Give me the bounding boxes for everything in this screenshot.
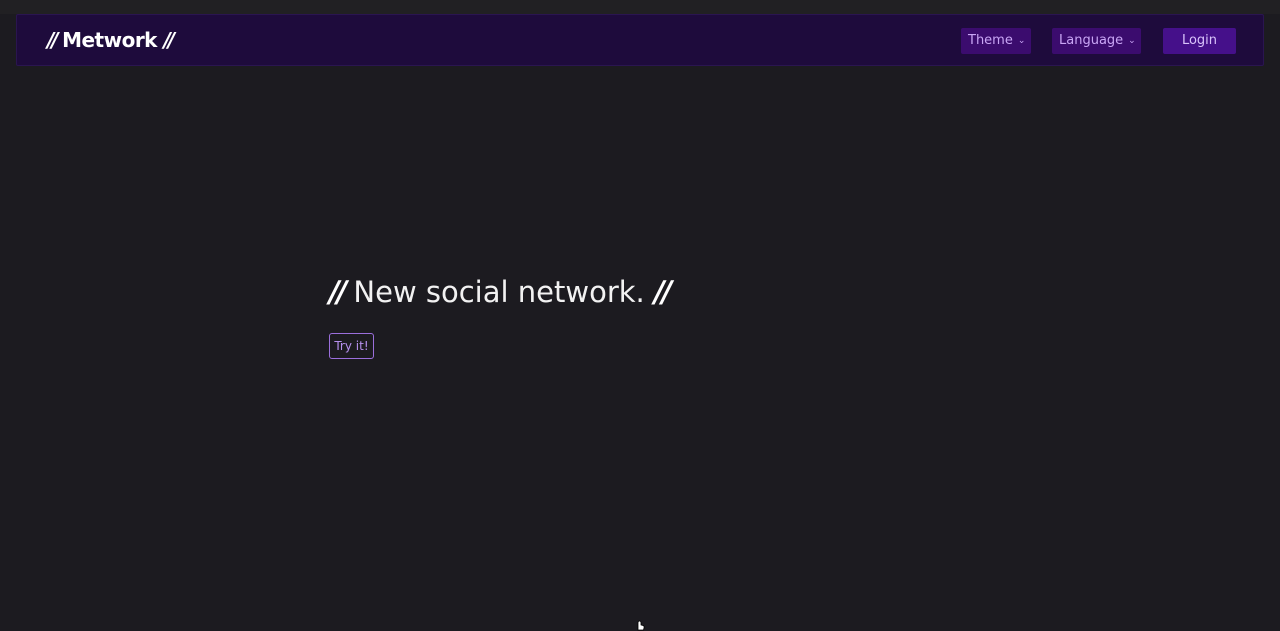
language-label: Language [1059, 33, 1124, 48]
chevron-down-icon: ⌄ [1128, 36, 1136, 46]
hero-slash-right: // [653, 275, 672, 309]
brand-name: Metwork [62, 28, 157, 52]
brand-logo[interactable]: // Metwork // [47, 27, 175, 53]
hero-slash-left: // [329, 275, 347, 309]
language-dropdown-button[interactable]: Language ⌄ [1052, 28, 1141, 54]
theme-dropdown-button[interactable]: Theme ⌄ [961, 28, 1031, 54]
top-strip [0, 0, 1280, 14]
hero-title: // New social network. // [329, 272, 672, 312]
try-it-button[interactable]: Try it! [329, 333, 374, 359]
hero-section: // New social network. // Try it! [329, 272, 672, 359]
theme-label: Theme [968, 33, 1013, 48]
brand-slash-left: // [47, 28, 58, 52]
brand-slash-right: // [163, 28, 174, 52]
navbar: // Metwork // Theme ⌄ Language ⌄ Login [16, 14, 1264, 66]
hand-cursor-icon [637, 620, 645, 631]
hero-title-text: New social network. [353, 275, 645, 309]
chevron-down-icon: ⌄ [1017, 36, 1026, 46]
login-button[interactable]: Login [1163, 28, 1236, 54]
